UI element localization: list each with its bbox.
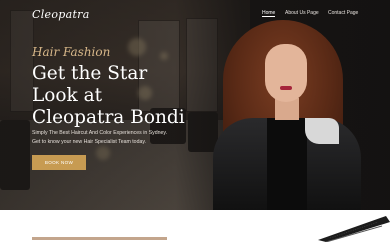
- hero-section: Cleopatra Home About Us Page Contact Pag…: [0, 0, 390, 210]
- site-logo[interactable]: Cleopatra: [32, 8, 90, 21]
- nav-active-underline: [262, 16, 275, 17]
- nav-contact[interactable]: Contact Page: [328, 10, 358, 16]
- hero-headline-line-1: Get the Star: [32, 63, 148, 84]
- nav-about-us[interactable]: About Us Page: [285, 10, 319, 16]
- hero-description-line-1: Simply The Best Haircut And Color Experi…: [32, 130, 168, 136]
- hero-headline-line-3: Cleopatra Bondi: [32, 107, 185, 128]
- hero-description-line-2: Get to know your new Hair Specialist Tea…: [32, 139, 146, 145]
- scissors-icon: [318, 216, 390, 242]
- book-now-button[interactable]: BOOK NOW: [32, 155, 86, 170]
- hero-subtitle: Hair Fashion: [32, 45, 111, 59]
- hero-headline-line-2: Look at: [32, 85, 103, 106]
- model-photo: [205, 14, 365, 210]
